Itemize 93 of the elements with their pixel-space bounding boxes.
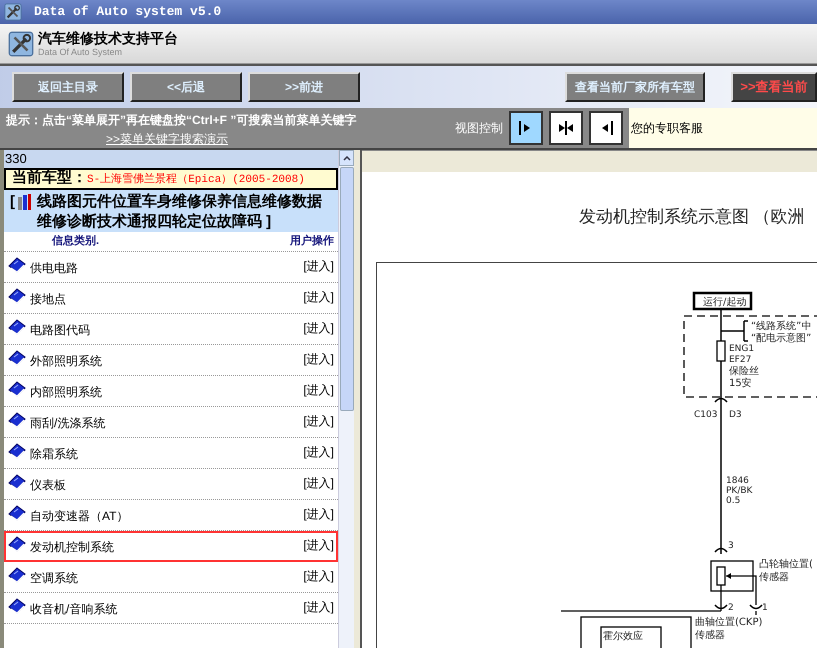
diagram-label: EF27	[729, 355, 752, 365]
record-count: 330	[5, 150, 27, 168]
category-label: 电路图代码	[30, 322, 90, 339]
view-button[interactable]	[589, 111, 623, 145]
category-label: 内部照明系统	[30, 384, 102, 401]
category-label: 外部照明系统	[30, 353, 102, 370]
diagram-label: 0.5	[726, 496, 740, 506]
enter-link[interactable]: [进入]	[303, 381, 334, 399]
category-row[interactable]: 雨刮/洗涤系统 [进入]	[4, 407, 338, 438]
diagram-label: 15安	[729, 378, 752, 389]
diagram-title: 发动机控制系统示意图 （欧洲	[579, 206, 805, 228]
category-row[interactable]: 仪表板 [进入]	[4, 469, 338, 500]
category-row[interactable]: 空调系统 [进入]	[4, 562, 338, 593]
diagram-label: 2	[728, 603, 734, 613]
category-links: 线路图元件位置车身维修保养信息维修数据维修诊断技术通报四轮定位故障码 ]	[37, 192, 323, 232]
diagram-label: 保险丝	[729, 366, 759, 377]
column-header: 用户操作	[290, 234, 334, 250]
scroll-up-button[interactable]	[339, 150, 354, 166]
diagram-label: PK/BK	[726, 486, 752, 496]
book-icon	[8, 412, 26, 428]
app-title: 汽车维修技术支持平台	[38, 30, 178, 44]
split-view-icon	[557, 119, 575, 137]
window-title: Data of Auto system v5.0	[34, 3, 222, 22]
diagram-label: ENG1	[729, 344, 754, 354]
diagram-label: 1	[762, 603, 768, 613]
enter-link[interactable]: [进入]	[303, 598, 334, 616]
category-label: 除霜系统	[30, 446, 78, 463]
book-icon	[8, 319, 26, 335]
diagram-label: 传感器	[759, 572, 789, 583]
view-button[interactable]	[509, 111, 543, 145]
enter-link[interactable]: [进入]	[303, 288, 334, 306]
enter-link[interactable]: [进入]	[303, 412, 334, 430]
category-label: 雨刮/洗涤系统	[30, 415, 106, 432]
diagram-label: 凸轮轴位置(	[759, 559, 813, 570]
diagram-label: 运行/起动	[703, 297, 746, 308]
diagram-label: 霍尔效应	[603, 631, 643, 642]
enter-link[interactable]: [进入]	[303, 257, 334, 275]
car-model-value: S-上海雪佛兰景程（Epica）(2005-2008)	[87, 174, 305, 186]
category-row[interactable]: 收音机/音响系统 [进入]	[4, 593, 338, 624]
demo-link[interactable]: >>菜单关键字搜索演示	[106, 130, 455, 148]
category-label: 接地点	[30, 291, 66, 308]
book-icon	[8, 567, 26, 583]
service-text: 您的专职客服	[631, 120, 703, 137]
category-label: 仪表板	[30, 477, 66, 494]
book-icon	[8, 381, 26, 397]
diagram-label: 传感器	[695, 630, 725, 641]
enter-link[interactable]: [进入]	[303, 474, 334, 492]
category-row[interactable]: 接地点 [进入]	[4, 283, 338, 314]
view-control-label: 视图控制	[455, 120, 503, 137]
car-model-label: 当前车型：	[12, 169, 87, 186]
app-subtitle: Data Of Auto System	[38, 48, 124, 56]
category-label: 收音机/音响系统	[30, 601, 118, 618]
book-icon	[8, 443, 26, 459]
column-header: 信息类别.	[52, 234, 100, 250]
hint-text: 提示：点击“菜单展开”再在键盘按“Ctrl+F ”可搜索当前菜单关键字	[6, 112, 358, 129]
enter-link[interactable]: [进入]	[303, 350, 334, 368]
category-row[interactable]: 外部照明系统 [进入]	[4, 345, 338, 376]
book-icon	[8, 505, 26, 521]
enter-link[interactable]: [进入]	[303, 536, 334, 554]
category-label: 自动变速器（AT）	[30, 508, 128, 525]
book-icon	[8, 536, 26, 552]
book-icon	[8, 598, 26, 614]
diagram-label: 曲轴位置(CKP)	[695, 617, 762, 628]
diagram-label: 1846	[726, 476, 749, 486]
tools-icon	[4, 3, 22, 21]
diagram-label: “线路系统”中	[751, 321, 812, 332]
category-label: 空调系统	[30, 570, 78, 587]
category-label: 发动机控制系统	[30, 539, 114, 556]
enter-link[interactable]: [进入]	[303, 443, 334, 461]
diagram-label: D3	[729, 410, 742, 420]
bracket-text: [	[10, 192, 15, 212]
category-row[interactable]: 供电电路 [进入]	[4, 252, 338, 283]
diagram-label: C103	[694, 410, 718, 420]
view-button[interactable]	[549, 111, 583, 145]
category-row[interactable]: 自动变速器（AT） [进入]	[4, 500, 338, 531]
books-icon	[17, 193, 33, 211]
tools-icon	[8, 30, 34, 56]
book-icon	[8, 350, 26, 366]
category-row[interactable]: 发动机控制系统 [进入]	[4, 531, 338, 562]
enter-link[interactable]: [进入]	[303, 319, 334, 337]
diagram-label: 3	[728, 541, 734, 551]
book-icon	[8, 288, 26, 304]
category-label: 供电电路	[30, 260, 78, 277]
book-icon	[8, 474, 26, 490]
scroll-thumb[interactable]	[340, 167, 354, 411]
category-row[interactable]: 电路图代码 [进入]	[4, 314, 338, 345]
diagram-label: “配电示意图”	[751, 333, 812, 344]
enter-link[interactable]: [进入]	[303, 505, 334, 523]
book-icon	[8, 257, 26, 273]
category-row[interactable]: 除霜系统 [进入]	[4, 438, 338, 469]
enter-link[interactable]: [进入]	[303, 567, 334, 585]
chevron-up-icon	[342, 156, 350, 160]
category-row[interactable]: 内部照明系统 [进入]	[4, 376, 338, 407]
